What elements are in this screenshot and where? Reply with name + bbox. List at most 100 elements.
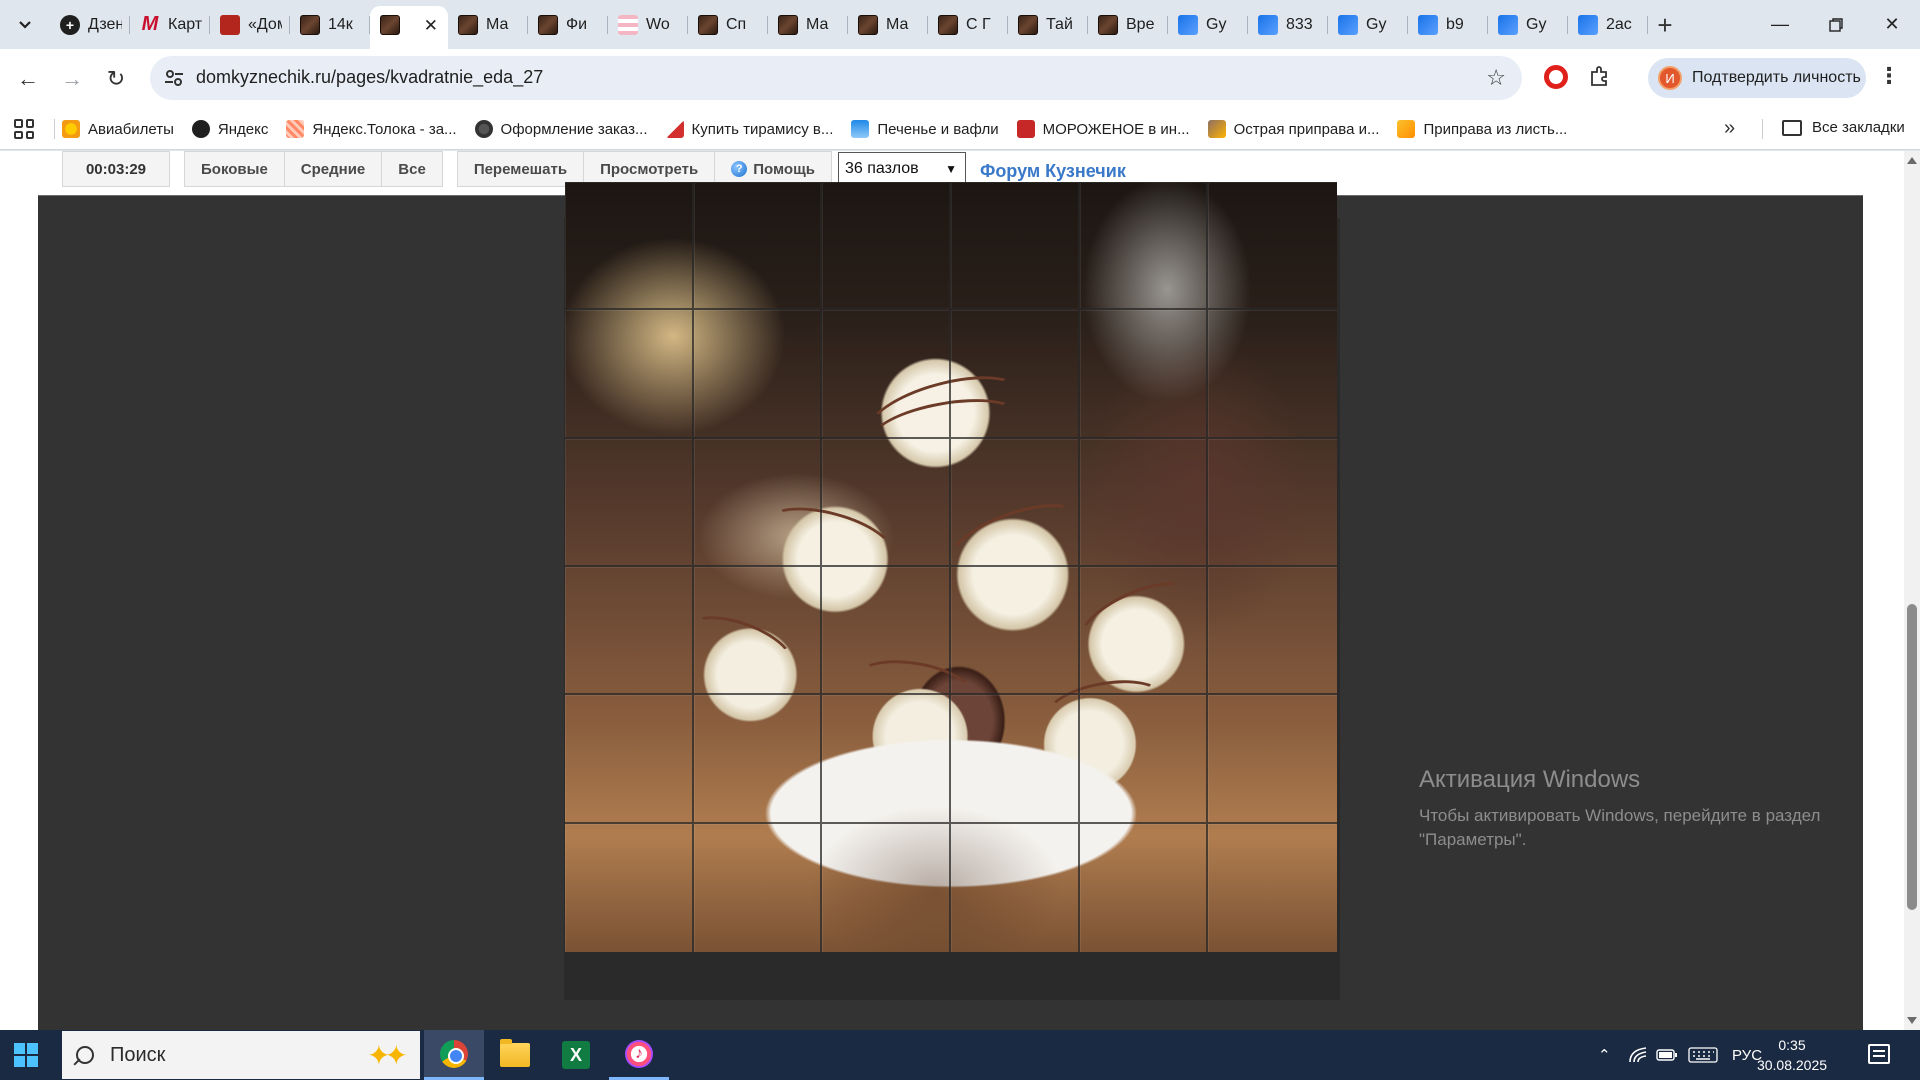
reload-button[interactable]: ↻ [98,61,134,97]
tray-overflow-button[interactable]: ⌃ [1598,1030,1611,1080]
side-pieces-button[interactable]: Боковые [184,151,285,187]
puzzle-piece[interactable] [1208,567,1337,696]
puzzle-piece[interactable] [565,566,694,696]
tab[interactable]: Тай [1008,6,1088,43]
profile-button[interactable]: И Подтвердить личность [1648,58,1866,98]
bookmark-item[interactable]: Яндекс.Толока - за... [286,120,457,138]
tab[interactable]: Вре [1088,6,1168,43]
page-scrollbar[interactable] [1904,151,1920,1030]
puzzle-piece[interactable] [822,182,951,311]
tab[interactable]: Wo [608,6,688,43]
bookmark-star-icon[interactable]: ☆ [1486,65,1506,91]
tab[interactable]: Gy [1168,6,1248,43]
taskbar-excel[interactable]: X [546,1030,606,1080]
puzzle-piece[interactable] [951,182,1080,311]
close-window-button[interactable]: ✕ [1864,0,1920,49]
puzzle-piece[interactable] [1079,182,1209,311]
puzzle-piece[interactable] [565,823,694,952]
scroll-down-icon[interactable] [1907,1017,1917,1024]
tab[interactable]: Gy [1328,6,1408,43]
tab-search-button[interactable] [8,10,42,40]
puzzle-piece[interactable] [1208,439,1337,567]
taskbar-chrome[interactable] [424,1030,484,1080]
puzzle-piece[interactable] [951,695,1080,824]
puzzle-piece[interactable] [951,823,1080,952]
tab[interactable]: b9 [1408,6,1488,43]
puzzle-piece[interactable] [693,438,823,567]
puzzle-piece[interactable] [693,566,823,696]
puzzle-piece[interactable] [565,310,694,439]
puzzle-piece[interactable] [1079,310,1209,439]
taskbar-itunes[interactable]: ♪ [609,1030,669,1080]
tab[interactable]: С Г [928,6,1008,43]
bookmark-item[interactable]: Острая приправа и... [1207,120,1379,138]
bookmark-item[interactable]: Авиабилеты [62,120,174,138]
puzzle-piece[interactable] [694,823,823,952]
tab[interactable]: Gy [1488,6,1568,43]
notifications-icon[interactable] [1868,1044,1890,1064]
tab[interactable]: Ма [768,6,848,43]
puzzle-piece[interactable] [1079,438,1209,567]
bookmark-item[interactable]: Оформление заказ... [474,120,648,138]
restore-button[interactable] [1808,0,1864,49]
bookmark-item[interactable]: Печенье и вафли [851,120,999,138]
puzzle-piece[interactable] [565,182,694,311]
tab[interactable]: M Карты [130,6,210,43]
battery-icon[interactable] [1656,1030,1678,1080]
start-button[interactable] [14,1043,38,1067]
back-button[interactable]: ← [10,61,46,97]
browser-menu-button[interactable]: ⋮ [1878,63,1900,89]
tab[interactable]: Ма [448,6,528,43]
system-clock[interactable]: 0:35 30.08.2025 [1744,1035,1840,1075]
taskbar-search[interactable]: Поиск ✦✦ [62,1031,420,1079]
tab[interactable]: 2ac [1568,6,1648,43]
piece-count-select[interactable]: 36 пазлов ▼ [837,152,966,186]
all-bookmarks-button[interactable]: Все закладки [1782,119,1905,136]
puzzle-grid[interactable] [565,182,1337,952]
tab[interactable]: «Дом [210,6,290,43]
url-text[interactable]: domkyznechik.ru/pages/kvadratnie_eda_27 [196,67,543,88]
tab-close-icon[interactable]: ✕ [424,16,438,36]
tab[interactable]: 833 [1248,6,1328,43]
tab[interactable]: Сп [688,6,768,43]
middle-pieces-button[interactable]: Средние [284,151,383,187]
puzzle-piece[interactable] [951,438,1080,567]
address-bar[interactable]: domkyznechik.ru/pages/kvadratnie_eda_27 … [150,56,1522,100]
bookmark-item[interactable]: Приправа из листь... [1397,120,1567,138]
bookmarks-overflow-button[interactable]: » [1724,117,1735,140]
puzzle-piece[interactable] [1208,824,1337,952]
tab[interactable]: + Дзен [50,6,130,43]
scroll-up-icon[interactable] [1907,157,1917,164]
puzzle-piece[interactable] [1208,310,1337,439]
puzzle-piece[interactable] [1208,182,1337,311]
keyboard-icon[interactable] [1688,1030,1718,1080]
extensions-icon[interactable] [1588,64,1614,90]
puzzle-piece[interactable] [565,695,694,824]
puzzle-piece[interactable] [822,823,951,952]
puzzle-piece[interactable] [1208,695,1337,824]
puzzle-piece[interactable] [1079,695,1209,824]
puzzle-piece[interactable] [693,695,823,824]
forward-button[interactable]: → [54,61,90,97]
puzzle-piece[interactable] [951,310,1080,439]
bookmark-item[interactable]: Купить тирамису в... [665,120,833,138]
puzzle-piece[interactable] [1079,566,1209,696]
puzzle-piece[interactable] [1080,823,1209,952]
puzzle-piece[interactable] [693,182,823,311]
tab[interactable]: Ма [848,6,928,43]
adblock-extension-icon[interactable] [1544,65,1568,89]
puzzle-piece[interactable] [822,310,951,439]
all-pieces-button[interactable]: Все [382,151,443,187]
puzzle-piece[interactable] [822,566,951,696]
puzzle-piece[interactable] [693,310,823,439]
new-tab-button[interactable]: + [1650,10,1680,40]
network-icon[interactable] [1628,1030,1648,1080]
puzzle-piece[interactable] [822,695,951,824]
tab[interactable]: 14к [290,6,370,43]
puzzle-piece[interactable] [951,566,1080,696]
apps-grid-icon[interactable] [14,119,34,139]
tab-active[interactable]: ✕ [370,6,448,49]
bookmark-item[interactable]: МОРОЖЕНОЕ в ин... [1016,120,1190,138]
puzzle-piece[interactable] [822,438,951,567]
taskbar-file-explorer[interactable] [485,1030,545,1080]
